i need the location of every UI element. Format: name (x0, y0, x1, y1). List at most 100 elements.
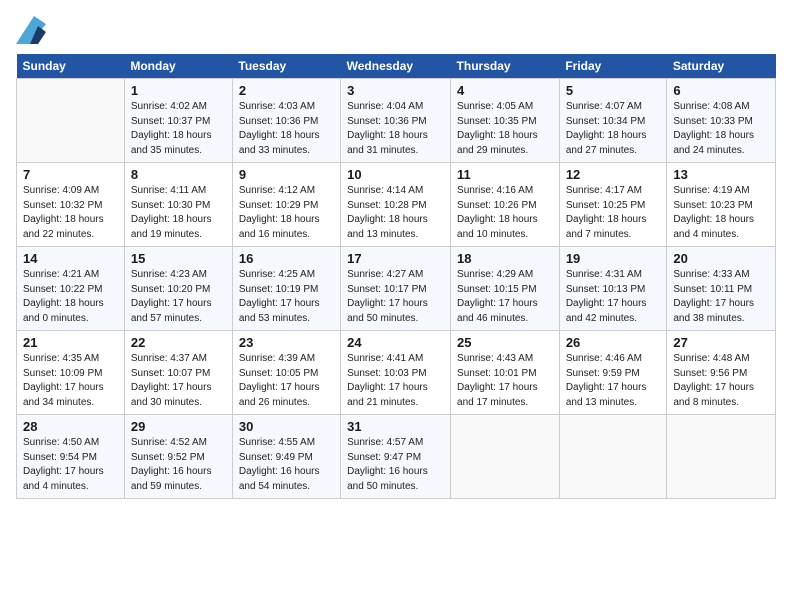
day-number: 24 (347, 335, 444, 350)
day-number: 11 (457, 167, 553, 182)
calendar-cell: 14 Sunrise: 4:21 AM Sunset: 10:22 PM Dayl… (17, 247, 125, 331)
day-info: Sunrise: 4:19 AM Sunset: 10:23 PM Daylig… (673, 184, 769, 242)
day-info: Sunrise: 4:23 AM Sunset: 10:20 PM Daylig… (131, 268, 226, 326)
col-header-thursday: Thursday (451, 54, 560, 79)
calendar-cell: 26 Sunrise: 4:46 AM Sunset: 9:59 PM Dayli… (559, 331, 667, 415)
day-info: Sunrise: 4:43 AM Sunset: 10:01 PM Daylig… (457, 352, 553, 410)
day-info: Sunrise: 4:16 AM Sunset: 10:26 PM Daylig… (457, 184, 553, 242)
day-info: Sunrise: 4:14 AM Sunset: 10:28 PM Daylig… (347, 184, 444, 242)
day-info: Sunrise: 4:29 AM Sunset: 10:15 PM Daylig… (457, 268, 553, 326)
calendar-cell: 6 Sunrise: 4:08 AM Sunset: 10:33 PM Dayli… (667, 79, 776, 163)
day-number: 18 (457, 251, 553, 266)
day-number: 12 (566, 167, 661, 182)
day-number: 13 (673, 167, 769, 182)
day-number: 31 (347, 419, 444, 434)
calendar-cell: 7 Sunrise: 4:09 AM Sunset: 10:32 PM Dayli… (17, 163, 125, 247)
day-info: Sunrise: 4:39 AM Sunset: 10:05 PM Daylig… (239, 352, 334, 410)
day-info: Sunrise: 4:37 AM Sunset: 10:07 PM Daylig… (131, 352, 226, 410)
calendar-cell: 23 Sunrise: 4:39 AM Sunset: 10:05 PM Dayl… (232, 331, 340, 415)
calendar-cell: 27 Sunrise: 4:48 AM Sunset: 9:56 PM Dayli… (667, 331, 776, 415)
calendar-cell: 11 Sunrise: 4:16 AM Sunset: 10:26 PM Dayl… (451, 163, 560, 247)
day-info: Sunrise: 4:21 AM Sunset: 10:22 PM Daylig… (23, 268, 118, 326)
calendar-cell: 16 Sunrise: 4:25 AM Sunset: 10:19 PM Dayl… (232, 247, 340, 331)
day-info: Sunrise: 4:04 AM Sunset: 10:36 PM Daylig… (347, 100, 444, 158)
col-header-tuesday: Tuesday (232, 54, 340, 79)
calendar-cell: 10 Sunrise: 4:14 AM Sunset: 10:28 PM Dayl… (341, 163, 451, 247)
day-number: 28 (23, 419, 118, 434)
day-number: 26 (566, 335, 661, 350)
logo-icon (16, 16, 46, 44)
calendar-cell: 28 Sunrise: 4:50 AM Sunset: 9:54 PM Dayli… (17, 415, 125, 499)
col-header-wednesday: Wednesday (341, 54, 451, 79)
calendar-cell: 29Sunrise: 4:52 AM Sunset: 9:52 PM Dayli… (124, 415, 232, 499)
calendar-cell: 19 Sunrise: 4:31 AM Sunset: 10:13 PM Dayl… (559, 247, 667, 331)
day-number: 19 (566, 251, 661, 266)
day-number: 30 (239, 419, 334, 434)
calendar-cell: 17 Sunrise: 4:27 AM Sunset: 10:17 PM Dayl… (341, 247, 451, 331)
week-row-3: 14 Sunrise: 4:21 AM Sunset: 10:22 PM Dayl… (17, 247, 776, 331)
logo (16, 16, 50, 44)
col-header-saturday: Saturday (667, 54, 776, 79)
day-info: Sunrise: 4:55 AM Sunset: 9:49 PM Dayligh… (239, 436, 334, 494)
calendar-cell: 2 Sunrise: 4:03 AM Sunset: 10:36 PM Dayli… (232, 79, 340, 163)
day-number: 23 (239, 335, 334, 350)
col-header-sunday: Sunday (17, 54, 125, 79)
day-info: Sunrise: 4:25 AM Sunset: 10:19 PM Daylig… (239, 268, 334, 326)
calendar-cell: 22 Sunrise: 4:37 AM Sunset: 10:07 PM Dayl… (124, 331, 232, 415)
calendar-cell (17, 79, 125, 163)
day-number: 16 (239, 251, 334, 266)
day-number: 10 (347, 167, 444, 182)
calendar-cell: 8 Sunrise: 4:11 AM Sunset: 10:30 PM Dayli… (124, 163, 232, 247)
calendar-cell: 5 Sunrise: 4:07 AM Sunset: 10:34 PM Dayli… (559, 79, 667, 163)
day-number: 27 (673, 335, 769, 350)
day-info: Sunrise: 4:57 AM Sunset: 9:47 PM Dayligh… (347, 436, 444, 494)
week-row-2: 7 Sunrise: 4:09 AM Sunset: 10:32 PM Dayli… (17, 163, 776, 247)
day-number: 7 (23, 167, 118, 182)
calendar-cell: 4 Sunrise: 4:05 AM Sunset: 10:35 PM Dayli… (451, 79, 560, 163)
day-info: Sunrise: 4:12 AM Sunset: 10:29 PM Daylig… (239, 184, 334, 242)
day-info: Sunrise: 4:09 AM Sunset: 10:32 PM Daylig… (23, 184, 118, 242)
calendar-table: SundayMondayTuesdayWednesdayThursdayFrid… (16, 54, 776, 499)
calendar-cell: 3Sunrise: 4:04 AM Sunset: 10:36 PM Dayli… (341, 79, 451, 163)
day-info: Sunrise: 4:31 AM Sunset: 10:13 PM Daylig… (566, 268, 661, 326)
calendar-cell: 18 Sunrise: 4:29 AM Sunset: 10:15 PM Dayl… (451, 247, 560, 331)
day-number: 20 (673, 251, 769, 266)
day-number: 15 (131, 251, 226, 266)
day-info: Sunrise: 4:35 AM Sunset: 10:09 PM Daylig… (23, 352, 118, 410)
calendar-cell: 31 Sunrise: 4:57 AM Sunset: 9:47 PM Dayli… (341, 415, 451, 499)
day-info: Sunrise: 4:27 AM Sunset: 10:17 PM Daylig… (347, 268, 444, 326)
calendar-cell: 24Sunrise: 4:41 AM Sunset: 10:03 PM Dayl… (341, 331, 451, 415)
day-info: Sunrise: 4:02 AM Sunset: 10:37 PM Daylig… (131, 100, 226, 158)
day-info: Sunrise: 4:08 AM Sunset: 10:33 PM Daylig… (673, 100, 769, 158)
day-number: 4 (457, 83, 553, 98)
day-number: 29 (131, 419, 226, 434)
day-info: Sunrise: 4:05 AM Sunset: 10:35 PM Daylig… (457, 100, 553, 158)
day-number: 8 (131, 167, 226, 182)
calendar-cell: 25 Sunrise: 4:43 AM Sunset: 10:01 PM Dayl… (451, 331, 560, 415)
day-info: Sunrise: 4:46 AM Sunset: 9:59 PM Dayligh… (566, 352, 661, 410)
day-number: 6 (673, 83, 769, 98)
week-row-5: 28 Sunrise: 4:50 AM Sunset: 9:54 PM Dayli… (17, 415, 776, 499)
day-info: Sunrise: 4:48 AM Sunset: 9:56 PM Dayligh… (673, 352, 769, 410)
calendar-cell: 15 Sunrise: 4:23 AM Sunset: 10:20 PM Dayl… (124, 247, 232, 331)
calendar-cell (559, 415, 667, 499)
day-number: 14 (23, 251, 118, 266)
calendar-cell (667, 415, 776, 499)
day-info: Sunrise: 4:50 AM Sunset: 9:54 PM Dayligh… (23, 436, 118, 494)
day-info: Sunrise: 4:11 AM Sunset: 10:30 PM Daylig… (131, 184, 226, 242)
calendar-cell: 20Sunrise: 4:33 AM Sunset: 10:11 PM Dayl… (667, 247, 776, 331)
day-number: 9 (239, 167, 334, 182)
calendar-cell: 12Sunrise: 4:17 AM Sunset: 10:25 PM Dayl… (559, 163, 667, 247)
calendar-cell: 9 Sunrise: 4:12 AM Sunset: 10:29 PM Dayli… (232, 163, 340, 247)
day-info: Sunrise: 4:03 AM Sunset: 10:36 PM Daylig… (239, 100, 334, 158)
day-info: Sunrise: 4:07 AM Sunset: 10:34 PM Daylig… (566, 100, 661, 158)
page-header (16, 16, 776, 44)
col-header-friday: Friday (559, 54, 667, 79)
day-number: 5 (566, 83, 661, 98)
day-number: 17 (347, 251, 444, 266)
day-number: 2 (239, 83, 334, 98)
day-number: 22 (131, 335, 226, 350)
day-number: 25 (457, 335, 553, 350)
day-number: 1 (131, 83, 226, 98)
col-header-monday: Monday (124, 54, 232, 79)
